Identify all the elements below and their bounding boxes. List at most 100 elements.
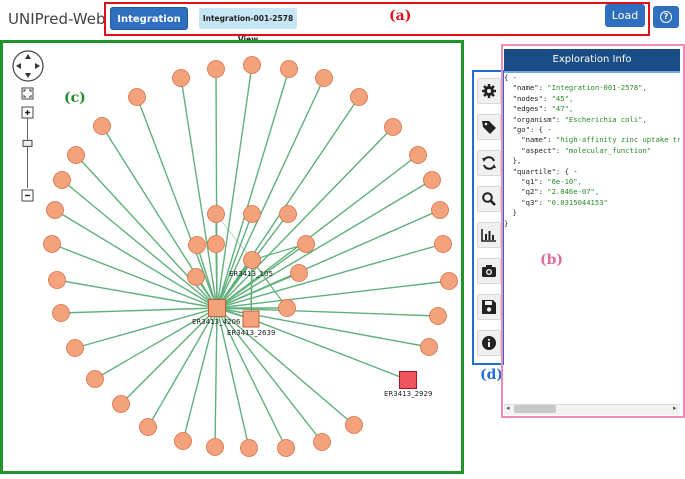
scroll-left-icon[interactable]: ◂ [506,404,510,412]
zoom-slider-handle[interactable] [22,139,33,147]
graph-node-label: ER3413_2639 [227,329,275,337]
section-label-d: (d) [480,367,504,383]
graph-edge [136,96,218,309]
graph-node-labels: ER3413_105 ER3413_4206 ER3413_2639 ER3413_2… [192,270,432,398]
bar-chart-icon [481,229,496,242]
json-line: }, [504,156,522,166]
graph-node[interactable] [139,418,157,436]
graph-node[interactable] [313,433,331,451]
graph-node[interactable] [187,268,205,286]
graph-node[interactable] [48,271,66,289]
graph-node[interactable] [93,117,111,135]
graph-node[interactable] [440,272,458,290]
graph-edge [74,307,218,349]
graph-node[interactable] [277,439,295,457]
graph-node[interactable] [43,235,61,253]
section-label-c: (c) [64,90,86,106]
graph-node[interactable] [188,236,206,254]
graph-node[interactable] [128,88,146,106]
gear-icon [482,84,496,98]
tag-button[interactable] [477,114,501,140]
graph-node[interactable] [207,60,225,78]
info-icon [482,336,496,350]
zoom-in-button[interactable] [21,106,34,119]
snapshot-button[interactable] [477,258,501,284]
graph-edge [214,307,218,448]
graph-node[interactable] [280,60,298,78]
json-line: "organism": "Escherichia coli", [504,114,647,124]
statistics-button[interactable] [477,222,501,248]
graph-node[interactable] [112,395,130,413]
section-label-b: (b) [540,252,564,268]
json-line: "quartile": { - [504,166,578,176]
refresh-button[interactable] [477,150,501,176]
pan-arrows-icon[interactable] [12,50,44,82]
graph-node[interactable] [86,370,104,388]
json-line: "nodes": "45", [504,93,574,103]
graph-node[interactable] [67,146,85,164]
graph-node-label: ER3413_2929 [384,390,432,398]
save-icon [482,300,496,314]
save-button[interactable] [477,294,501,320]
json-line: "aspect": "molecular_function" [504,145,652,155]
graph-node[interactable] [46,201,64,219]
graph-node[interactable] [345,416,363,434]
graph-node[interactable] [206,438,224,456]
graph-node[interactable] [243,56,261,74]
scroll-right-icon[interactable]: ▸ [673,404,677,412]
graph-node[interactable] [66,339,84,357]
graph-node[interactable] [431,201,449,219]
json-line: "q2": "2.846e-07", [504,187,600,197]
graph-node[interactable] [409,146,427,164]
search-button[interactable] [477,186,501,212]
graph-edge [60,307,218,314]
zoom-out-button[interactable] [21,189,34,202]
graph-node[interactable] [243,205,261,223]
json-line: "name": "Integration-001-2578", [504,83,647,93]
graph-node[interactable] [240,439,258,457]
graph-node-square[interactable] [208,299,226,317]
info-button[interactable] [477,330,501,356]
camera-icon [482,265,496,277]
json-line: "go": { - [504,125,552,135]
graph-node-square[interactable] [399,371,417,389]
graph-node[interactable] [53,171,71,189]
json-line: "edges": "47", [504,104,574,114]
fit-screen-icon[interactable] [21,87,34,100]
graph-node-label: ER3413_105 [229,270,273,278]
graph-node[interactable] [420,338,438,356]
graph-edge [215,243,218,309]
graph-node[interactable] [172,69,190,87]
graph-edge [216,154,419,309]
search-icon [482,192,496,206]
graph-node[interactable] [434,235,452,253]
info-json-viewer[interactable]: { - "name": "Integration-001-2578", "nod… [504,73,680,405]
graph-node[interactable] [174,432,192,450]
graph-node[interactable] [279,205,297,223]
graph-edge [216,126,394,309]
graph-node[interactable] [350,88,368,106]
graph-node[interactable] [207,235,225,253]
graph-node[interactable] [315,69,333,87]
json-line: "q3": "0.0315044153" [504,197,608,207]
info-panel-header: Exploration Info [504,49,680,73]
graph-node[interactable] [243,251,261,269]
graph-node-square[interactable] [242,310,260,328]
graph-node[interactable] [290,264,308,282]
json-line: } [504,218,509,228]
graph-edge [182,307,218,442]
json-line: "name": "high-affinity zinc uptake tr [504,135,680,145]
graph-node[interactable] [429,307,447,325]
graph-node[interactable] [423,171,441,189]
graph-node[interactable] [384,118,402,136]
graph-node[interactable] [52,304,70,322]
scrollbar-thumb[interactable] [514,405,556,413]
json-line: } [504,208,517,218]
graph-node-label: ER3413_4206 [192,318,241,326]
graph-node[interactable] [297,235,315,253]
json-line: "q1": "6e-10", [504,177,582,187]
settings-button[interactable] [477,78,501,104]
graph-node[interactable] [207,205,225,223]
graph-node[interactable] [278,299,296,317]
tag-icon [482,121,496,134]
